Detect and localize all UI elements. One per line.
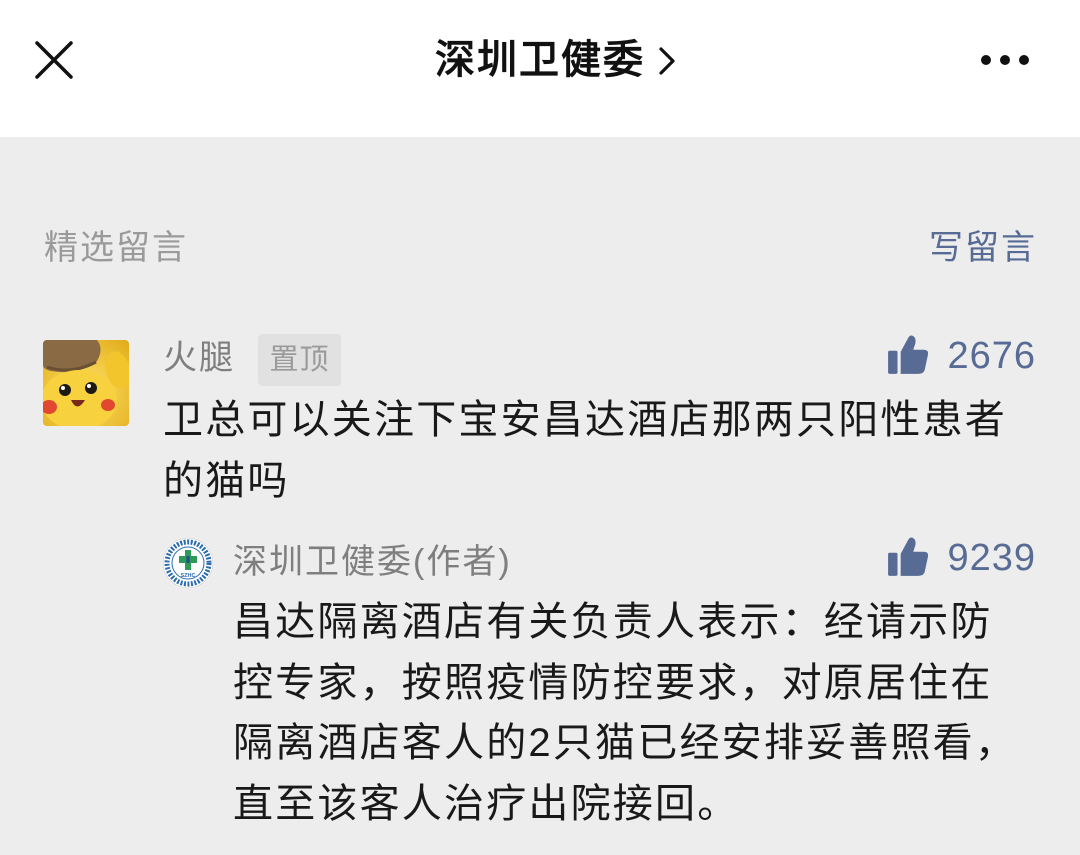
reply-like-button[interactable]: 9239: [884, 534, 1036, 582]
top-navigation-bar: 深圳卫健委: [0, 0, 1080, 137]
more-icon: [981, 55, 1029, 65]
reply-text: 昌达隔离酒店有关负责人表示：经请示防控专家，按照疫情防控要求，对原居住在隔离酒店…: [233, 600, 1018, 826]
close-button[interactable]: [30, 36, 78, 84]
thumbs-up-icon: [886, 333, 930, 377]
write-comment-button[interactable]: 写留言: [929, 226, 1037, 270]
thumbs-up-icon: [886, 535, 930, 579]
reply-author-name: 深圳卫健委(作者): [233, 543, 512, 581]
like-count: 9239: [947, 537, 1036, 579]
author-avatar: SZHC: [162, 537, 214, 589]
pikachu-avatar-icon: [43, 340, 129, 426]
comment-like-button[interactable]: 2676: [884, 332, 1036, 380]
logo-lettering: SZHC: [181, 573, 196, 579]
comment-text: 卫总可以关注下宝安昌达酒店那两只阳性患者的猫吗: [163, 398, 1007, 503]
account-title-link[interactable]: 深圳卫健委: [435, 30, 675, 90]
like-count: 2676: [947, 335, 1036, 377]
commenter-name: 火腿: [163, 339, 235, 377]
szhc-logo-icon: SZHC: [162, 537, 214, 589]
close-icon: [35, 41, 73, 79]
featured-comments-heading: 精选留言: [44, 229, 188, 267]
more-button[interactable]: [972, 40, 1036, 80]
page-title: 深圳卫健委: [435, 38, 645, 82]
chevron-right-icon: [657, 46, 677, 76]
pinned-badge: 置顶: [258, 334, 341, 386]
commenter-avatar: [43, 340, 129, 426]
